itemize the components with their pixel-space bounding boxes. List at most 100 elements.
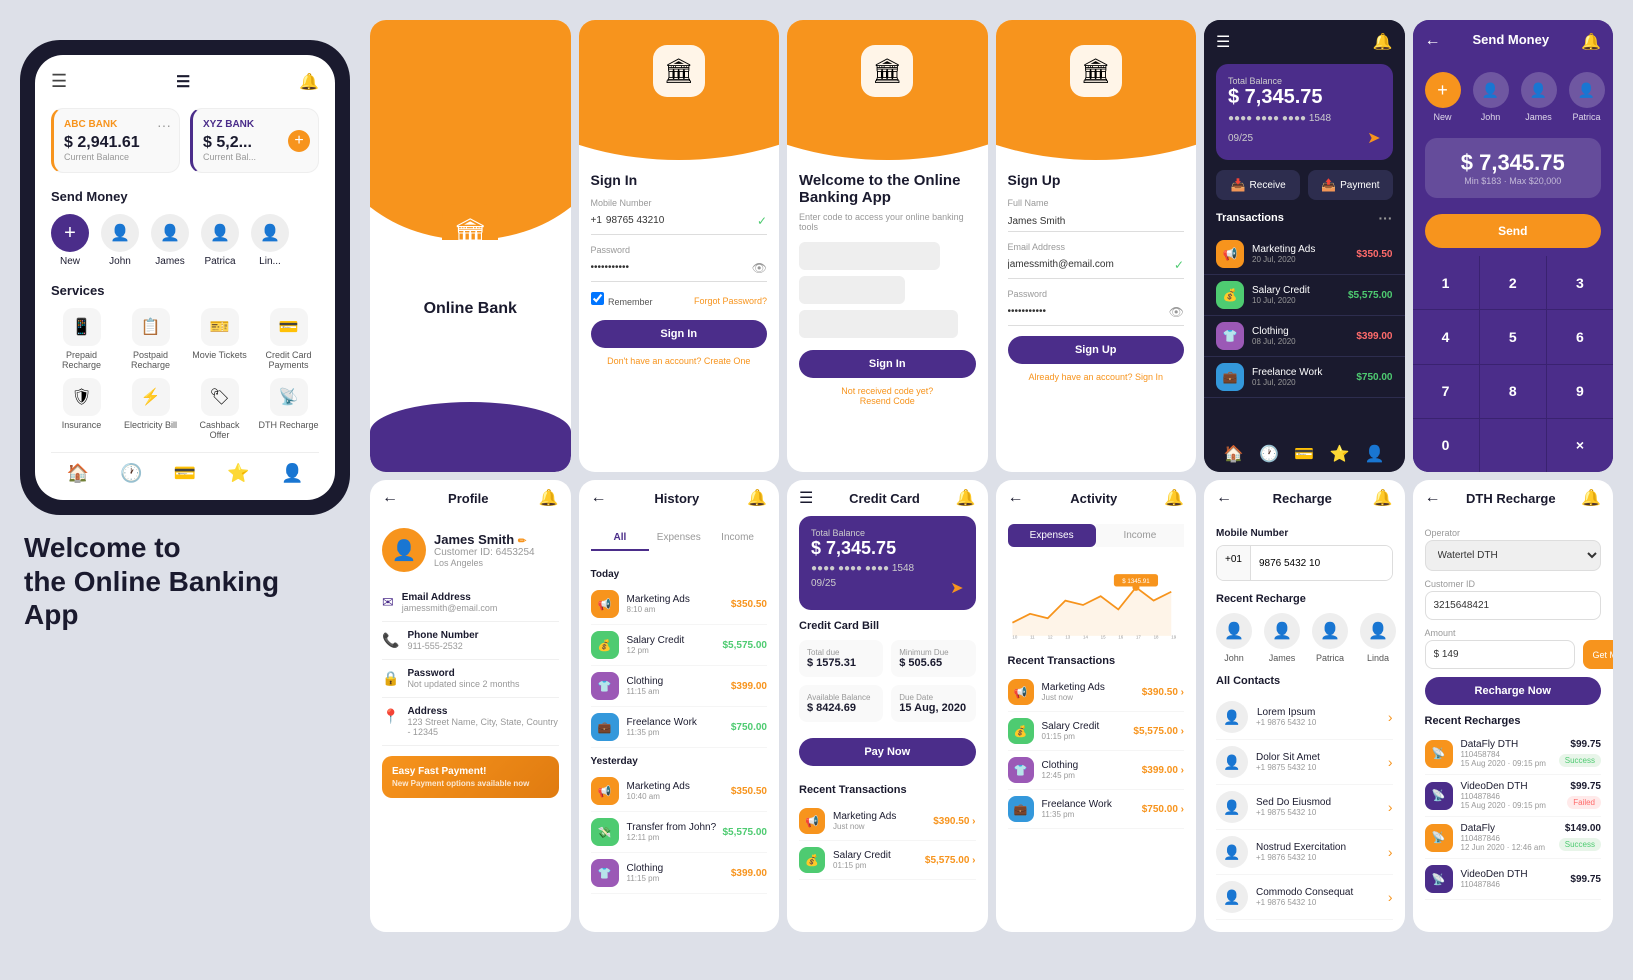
password-input[interactable]	[591, 258, 752, 277]
remember-checkbox[interactable]	[591, 292, 604, 305]
contact-lin[interactable]: 👤 Lin...	[251, 214, 289, 267]
remember-label[interactable]: Remember	[591, 292, 653, 310]
recharge-contact-james[interactable]: 👤 James	[1264, 613, 1300, 663]
activity-back-arrow[interactable]: ←	[1008, 489, 1024, 507]
nav-card[interactable]: 💳	[174, 463, 196, 484]
service-prepaid[interactable]: 📱 Prepaid Recharge	[51, 308, 112, 370]
dark-nav-card[interactable]: 💳	[1294, 444, 1314, 464]
key-6[interactable]: 6	[1547, 310, 1613, 363]
signup-password-input[interactable]	[1008, 302, 1169, 321]
history-tab-expenses[interactable]: Expenses	[649, 526, 708, 551]
credit-back-arrow[interactable]: ☰	[799, 488, 813, 508]
history-tab-all[interactable]: All	[591, 526, 650, 551]
dth-bell-icon[interactable]: 🔔	[1581, 488, 1601, 508]
fullname-input[interactable]	[1008, 212, 1185, 232]
profile-banner[interactable]: Easy Fast Payment! New Payment options a…	[382, 756, 559, 798]
abc-bank-card[interactable]: ABC BANK ··· $ 2,941.61 Current Balance	[51, 108, 180, 173]
dark-nav-clock[interactable]: 🕐	[1259, 444, 1279, 464]
key-7[interactable]: 7	[1413, 365, 1479, 418]
service-postpaid[interactable]: 📋 Postpaid Recharge	[120, 308, 181, 370]
credit-bell-icon[interactable]: 🔔	[956, 488, 976, 508]
activity-tab-expenses[interactable]: Expenses	[1008, 524, 1096, 547]
send-button[interactable]: Send	[1425, 214, 1602, 248]
nav-star[interactable]: ⭐	[227, 463, 249, 484]
pay-now-button[interactable]: Pay Now	[799, 738, 976, 766]
cl-arrow-4[interactable]: ›	[1388, 844, 1393, 860]
nav-person[interactable]: 👤	[281, 463, 303, 484]
service-movies[interactable]: 🎫 Movie Tickets	[189, 308, 250, 370]
nav-clock[interactable]: 🕐	[120, 463, 142, 484]
signin-button[interactable]: Sign In	[591, 320, 768, 348]
recharge-back-arrow[interactable]: ←	[1216, 489, 1232, 507]
key-1[interactable]: 1	[1413, 256, 1479, 309]
eye-icon[interactable]: 👁	[752, 261, 767, 275]
history-tab-income[interactable]: Income	[708, 526, 767, 551]
activity-bell-icon[interactable]: 🔔	[1164, 488, 1184, 508]
dth-customer-id-input[interactable]	[1425, 591, 1602, 620]
signup-eye-icon[interactable]: 👁	[1169, 305, 1184, 319]
key-3[interactable]: 3	[1547, 256, 1613, 309]
key-9[interactable]: 9	[1547, 365, 1613, 418]
mobile-number-input[interactable]	[606, 211, 757, 230]
dth-operator-select[interactable]: Watertel DTH	[1425, 540, 1602, 571]
contact-patrica[interactable]: 👤 Patrica	[201, 214, 239, 267]
key-backspace[interactable]: ×	[1547, 419, 1613, 472]
edit-icon[interactable]: ✏	[518, 536, 526, 547]
service-dth[interactable]: 📡 DTH Recharge	[258, 378, 319, 440]
service-credit-card[interactable]: 💳 Credit Card Payments	[258, 308, 319, 370]
contact-john[interactable]: 👤 John	[101, 214, 139, 267]
service-cashback[interactable]: 🏷 Cashback Offer	[189, 378, 250, 440]
nav-home[interactable]: 🏠	[67, 463, 89, 484]
bell-icon[interactable]: 🔔	[299, 72, 319, 92]
receive-btn[interactable]: 📥 Receive	[1216, 170, 1300, 200]
contact-james[interactable]: 👤 James	[151, 214, 189, 267]
dth-amount-input[interactable]	[1425, 640, 1575, 669]
signup-button[interactable]: Sign Up	[1008, 336, 1185, 364]
key-0[interactable]: 0	[1413, 419, 1479, 472]
service-insurance[interactable]: 🛡 Insurance	[51, 378, 112, 440]
activity-tab-income[interactable]: Income	[1096, 524, 1184, 547]
welcome-signin-button[interactable]: Sign In	[799, 350, 976, 378]
key-4[interactable]: 4	[1413, 310, 1479, 363]
recharge-contact-john[interactable]: 👤 John	[1216, 613, 1252, 663]
transactions-more-icon[interactable]: ···	[1379, 210, 1393, 226]
cl-arrow-3[interactable]: ›	[1388, 799, 1393, 815]
send-contact-new[interactable]: + New	[1425, 72, 1461, 122]
dth-back-arrow[interactable]: ←	[1425, 489, 1441, 507]
cl-arrow-1[interactable]: ›	[1388, 709, 1393, 725]
cl-arrow-5[interactable]: ›	[1388, 889, 1393, 905]
xyz-bank-card[interactable]: XYZ BANK + $ 5,2... Current Bal...	[190, 108, 319, 173]
history-back-arrow[interactable]: ←	[591, 489, 607, 507]
email-input[interactable]	[1008, 255, 1174, 274]
dark-menu-icon[interactable]: ☰	[1216, 32, 1230, 52]
dark-nav-star[interactable]: ⭐	[1330, 444, 1350, 464]
menu-icon[interactable]: ☰	[51, 71, 67, 92]
get-offers-btn[interactable]: Get My Plan ⓘ	[1583, 640, 1614, 669]
service-electricity[interactable]: ⚡ Electricity Bill	[120, 378, 181, 440]
recharge-contact-linda[interactable]: 👤 Linda	[1360, 613, 1396, 663]
mobile-number[interactable]	[1251, 546, 1393, 580]
profile-back-arrow[interactable]: ←	[382, 489, 398, 507]
send-back-arrow[interactable]: ←	[1425, 32, 1441, 52]
add-card-btn[interactable]: +	[288, 130, 310, 152]
contact-new[interactable]: + New	[51, 214, 89, 267]
profile-bell-icon[interactable]: 🔔	[539, 488, 559, 508]
send-contact-patrica[interactable]: 👤 Patrica	[1569, 72, 1605, 122]
recharge-now-button[interactable]: Recharge Now	[1425, 677, 1602, 705]
send-bell-icon[interactable]: 🔔	[1581, 32, 1601, 52]
send-contact-john[interactable]: 👤 John	[1473, 72, 1509, 122]
payment-btn[interactable]: 📤 Payment	[1308, 170, 1392, 200]
history-bell-icon[interactable]: 🔔	[747, 488, 767, 508]
key-2[interactable]: 2	[1480, 256, 1546, 309]
key-5[interactable]: 5	[1480, 310, 1546, 363]
recharge-contact-patrica[interactable]: 👤 Patrica	[1312, 613, 1348, 663]
dark-nav-home[interactable]: 🏠	[1224, 444, 1244, 464]
forgot-password-link[interactable]: Forgot Password?	[694, 296, 767, 306]
key-8[interactable]: 8	[1480, 365, 1546, 418]
card-dots[interactable]: ···	[157, 117, 171, 133]
cl-arrow-2[interactable]: ›	[1388, 754, 1393, 770]
dark-nav-person[interactable]: 👤	[1365, 444, 1385, 464]
recharge-bell-icon[interactable]: 🔔	[1373, 488, 1393, 508]
dark-bell-icon[interactable]: 🔔	[1373, 32, 1393, 52]
send-contact-james[interactable]: 👤 James	[1521, 72, 1557, 122]
